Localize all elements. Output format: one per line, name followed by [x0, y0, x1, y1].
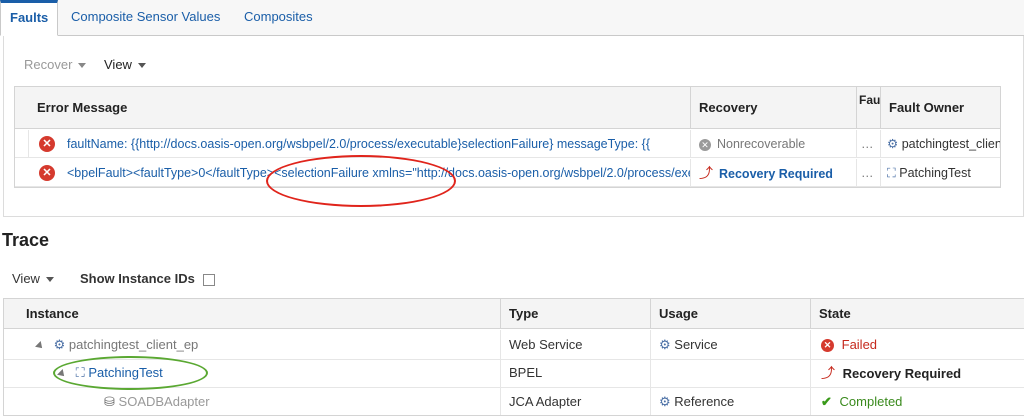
fault-time: …	[857, 159, 881, 187]
trace-table-header: Instance Type Usage State	[4, 299, 1024, 329]
show-instance-ids[interactable]: Show Instance IDs	[80, 271, 215, 286]
composite-icon: ⛶	[887, 166, 896, 180]
state-label: Recovery Required	[842, 366, 962, 381]
table-row[interactable]: ⛁ SOADBAdapter JCA Adapter ⚙ Reference ✔…	[4, 387, 1024, 415]
faults-table: Error Message Recovery Fault Time Fault …	[14, 86, 1001, 188]
recovery-status: ✕ Nonrecoverable	[691, 130, 857, 158]
recovery-label: Nonrecoverable	[717, 137, 806, 151]
instance-label: SOADBAdapter	[118, 394, 210, 409]
table-row[interactable]: ✕ faultName: {{http://docs.oasis-open.or…	[15, 130, 1000, 158]
fault-owner: ⚙ patchingtest_client_ep	[881, 130, 1000, 158]
col-fault-owner[interactable]: Fault Owner	[881, 87, 1000, 129]
error-icon: ✕	[39, 136, 55, 152]
fault-owner-label: PatchingTest	[899, 166, 971, 180]
trace-view-menu[interactable]: View	[12, 271, 54, 286]
error-message-link[interactable]: faultName: {{http://docs.oasis-open.org/…	[67, 130, 691, 158]
table-row[interactable]: ✕ <bpelFault><faultType>0</faultType><se…	[15, 159, 1000, 187]
state-label: Completed	[839, 394, 903, 409]
tab-composites[interactable]: Composites	[235, 0, 322, 36]
usage-label: Service	[674, 337, 718, 352]
service-icon: ⚙	[53, 337, 66, 352]
instance-label: patchingtest_client_ep	[68, 337, 199, 352]
view-menu[interactable]: View	[104, 57, 146, 72]
usage-cell: ⚙ Service	[651, 330, 811, 360]
instance-cell: ⚙ patchingtest_client_ep	[18, 330, 501, 360]
type-cell: JCA Adapter	[501, 387, 651, 415]
view-label: View	[104, 57, 132, 72]
tab-composite-sensor-values[interactable]: Composite Sensor Values	[62, 0, 229, 36]
usage-label: Reference	[674, 394, 735, 409]
usage-cell: ⚙ Reference	[651, 387, 811, 415]
col-usage[interactable]: Usage	[651, 299, 811, 329]
chevron-down-icon	[78, 63, 87, 69]
chevron-down-icon	[45, 277, 54, 283]
fault-owner-label: patchingtest_client_ep	[901, 137, 1000, 151]
annotation-green-ellipse	[53, 356, 208, 390]
state-cell: ✕ Failed	[811, 330, 1024, 360]
check-icon: ✔	[821, 394, 832, 409]
type-cell: BPEL	[501, 358, 651, 388]
recovery-required-link[interactable]: ⤴ Recovery Required	[691, 159, 857, 187]
fault-owner: ⛶ PatchingTest	[881, 159, 1000, 187]
instance-cell: ⛁ SOADBAdapter	[18, 387, 501, 415]
col-instance[interactable]: Instance	[18, 299, 501, 329]
table-row[interactable]: ⚙ patchingtest_client_ep Web Service ⚙ S…	[4, 330, 1024, 360]
chevron-down-icon	[137, 63, 146, 69]
col-state[interactable]: State	[811, 299, 1024, 329]
col-fault-time[interactable]: Fault Time	[857, 87, 881, 129]
recovery-required-icon: ⤴	[821, 365, 835, 381]
show-instance-ids-checkbox[interactable]	[202, 273, 215, 286]
adapter-icon: ⛁	[104, 394, 115, 409]
tab-bar: Faults Composite Sensor Values Composite…	[0, 0, 1024, 36]
col-type[interactable]: Type	[501, 299, 651, 329]
tab-faults[interactable]: Faults	[0, 0, 59, 36]
service-icon: ⚙	[659, 337, 671, 352]
recovery-label: Recovery Required	[719, 167, 833, 181]
view-label: View	[12, 271, 40, 286]
annotation-red-ellipse	[266, 155, 456, 207]
error-icon: ✕	[821, 339, 834, 353]
show-instance-ids-label: Show Instance IDs	[80, 271, 195, 286]
error-icon: ✕	[39, 165, 55, 181]
trace-toolbar: View Show Instance IDs	[12, 271, 312, 289]
nonrecoverable-icon: ✕	[699, 138, 711, 151]
recovery-required-icon: ⤴	[699, 165, 713, 181]
col-error-message[interactable]: Error Message	[29, 87, 691, 129]
usage-cell	[651, 358, 811, 388]
state-cell: ⤴ Recovery Required	[811, 358, 1024, 388]
fault-time: …	[857, 130, 881, 158]
recover-menu[interactable]: Recover	[24, 57, 87, 72]
state-label: Failed	[841, 337, 878, 352]
reference-icon: ⚙	[659, 394, 671, 409]
collapse-toggle-icon[interactable]	[35, 341, 45, 351]
trace-title: Trace	[2, 230, 50, 250]
service-icon: ⚙	[887, 137, 899, 151]
col-recovery[interactable]: Recovery	[691, 87, 857, 129]
recover-label: Recover	[24, 57, 73, 72]
state-cell: ✔ Completed	[811, 387, 1024, 415]
faults-table-header: Error Message Recovery Fault Time Fault …	[15, 87, 1000, 129]
type-cell: Web Service	[501, 330, 651, 360]
